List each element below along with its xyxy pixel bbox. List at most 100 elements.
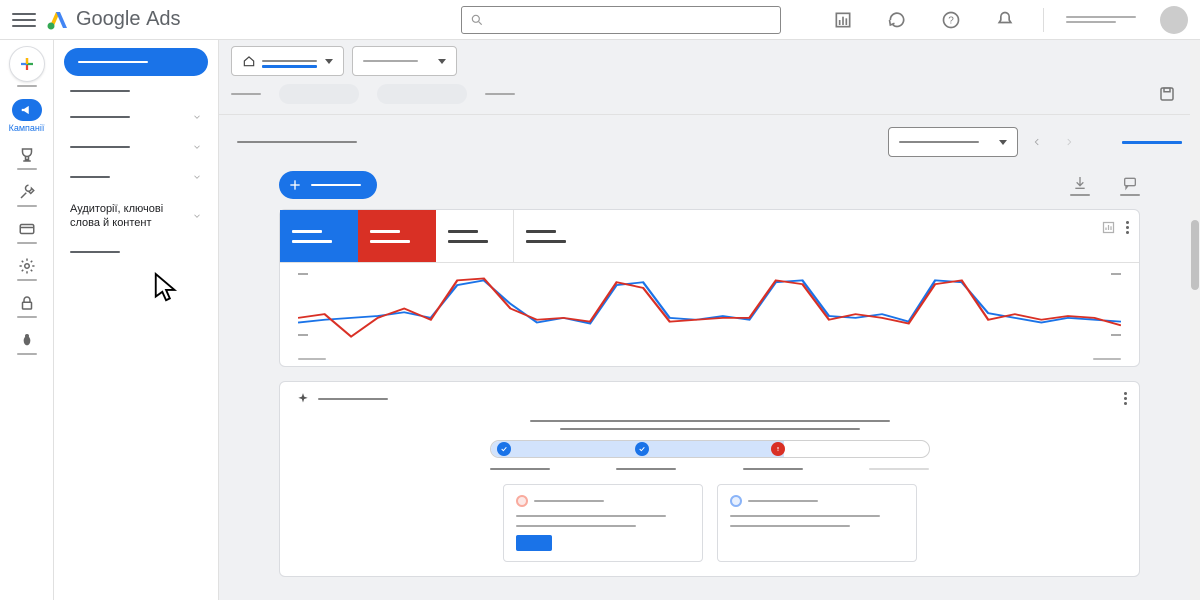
trophy-icon: [18, 146, 36, 164]
scrollbar-track[interactable]: [1190, 40, 1200, 600]
expand-chart-icon[interactable]: [1101, 220, 1116, 235]
metrics-chart-card: [279, 209, 1140, 367]
main-content: [219, 40, 1200, 600]
download-button[interactable]: [1070, 175, 1090, 196]
sidebar-item-1[interactable]: [54, 80, 218, 102]
account-dropdown[interactable]: [231, 46, 344, 76]
global-search-input[interactable]: [461, 6, 781, 34]
app-header: Google Ads ?: [0, 0, 1200, 40]
date-prev-button[interactable]: [1024, 129, 1050, 155]
chart-menu-button[interactable]: [1126, 221, 1129, 234]
progress-step-2[interactable]: [635, 442, 649, 456]
download-icon: [1072, 175, 1088, 191]
rail-debug[interactable]: [9, 330, 45, 355]
feedback-button[interactable]: [1120, 175, 1140, 196]
card-icon: [18, 220, 36, 238]
filter-tab[interactable]: [231, 93, 261, 95]
sidebar-item-4[interactable]: [54, 162, 218, 192]
tools-icon: [18, 183, 36, 201]
date-next-button[interactable]: [1056, 129, 1082, 155]
scrollbar-thumb[interactable]: [1191, 220, 1199, 290]
metric-tab-2[interactable]: [358, 210, 436, 262]
megaphone-icon: [20, 103, 34, 117]
rail-campaigns-label: Кампанії: [9, 123, 45, 133]
recommendation-action-button[interactable]: [516, 535, 552, 551]
sidebar-item-2[interactable]: [54, 102, 218, 132]
page-title: [237, 141, 357, 143]
refresh-icon[interactable]: [887, 10, 907, 30]
account-switcher[interactable]: [1060, 16, 1142, 23]
active-view-indicator: [1122, 141, 1182, 144]
product-logo[interactable]: Google Ads: [46, 8, 181, 32]
chevron-down-icon: [192, 112, 202, 122]
add-button[interactable]: [279, 171, 377, 199]
recommendation-cards: [296, 484, 1123, 562]
plus-icon: [18, 55, 36, 73]
help-icon[interactable]: ?: [941, 10, 961, 30]
check-icon: [500, 445, 508, 453]
sidebar-item-3[interactable]: [54, 132, 218, 162]
sidebar-audiences-label: Аудиторії, ключові слова й контент: [70, 202, 180, 231]
filter-chip[interactable]: [279, 84, 359, 104]
bug-icon: [19, 332, 35, 348]
lock-icon: [18, 294, 36, 312]
insights-card: [279, 381, 1140, 577]
toolbar-row: [219, 161, 1200, 209]
context-selector-row: [219, 40, 1200, 80]
save-view-icon[interactable]: [1158, 85, 1176, 103]
reports-icon[interactable]: [833, 10, 853, 30]
sidebar-item-audiences[interactable]: Аудиторії, ключові слова й контент: [54, 192, 218, 241]
info-dot-icon: [730, 495, 742, 507]
divider: [1043, 8, 1044, 32]
metric-tab-4[interactable]: [514, 210, 592, 262]
notifications-icon[interactable]: [995, 10, 1015, 30]
date-range-picker[interactable]: [888, 127, 1018, 157]
y-axis-tick: [298, 273, 308, 275]
filter-chip[interactable]: [377, 84, 467, 104]
line-chart: [298, 271, 1121, 346]
page-title-row: [219, 115, 1200, 161]
chevron-down-icon: [192, 211, 202, 221]
sidebar-item-active[interactable]: [64, 48, 208, 76]
rail-tools[interactable]: [9, 182, 45, 207]
metric-tabs: [280, 210, 1139, 263]
alert-icon: [774, 445, 782, 453]
plus-icon: [287, 177, 303, 193]
recommendation-card-1[interactable]: [503, 484, 703, 562]
ads-logo-icon: [46, 8, 70, 32]
rail-campaigns[interactable]: Кампанії: [9, 99, 45, 133]
recommendation-card-2[interactable]: [717, 484, 917, 562]
rail-security[interactable]: [9, 293, 45, 318]
insights-menu-button[interactable]: [1124, 392, 1127, 405]
x-axis-labels: [280, 358, 1139, 366]
campaign-dropdown[interactable]: [352, 46, 457, 76]
caret-down-icon: [438, 59, 446, 64]
chart-area: [280, 263, 1139, 358]
progress-step-3[interactable]: [771, 442, 785, 456]
caret-down-icon: [325, 59, 333, 64]
warning-dot-icon: [516, 495, 528, 507]
rail-admin[interactable]: [9, 256, 45, 281]
gear-icon: [18, 257, 36, 275]
chevron-down-icon: [192, 142, 202, 152]
metric-tab-1[interactable]: [280, 210, 358, 262]
sidebar-item-5[interactable]: [54, 241, 218, 263]
progress-step-labels: [490, 468, 930, 470]
insights-title: [318, 398, 388, 400]
create-button[interactable]: [9, 46, 45, 87]
user-avatar[interactable]: [1160, 6, 1188, 34]
metric-tab-3[interactable]: [436, 210, 514, 262]
y-axis-tick: [1111, 334, 1121, 336]
rail-goals[interactable]: [9, 145, 45, 170]
hamburger-menu-icon[interactable]: [12, 8, 36, 32]
y-axis-tick: [298, 334, 308, 336]
filter-tab[interactable]: [485, 93, 515, 95]
search-icon: [470, 13, 484, 27]
feedback-icon: [1122, 175, 1138, 191]
left-nav-rail: Кампанії: [0, 40, 54, 600]
section-sidebar: Аудиторії, ключові слова й контент: [54, 40, 219, 600]
rail-billing[interactable]: [9, 219, 45, 244]
progress-step-1[interactable]: [497, 442, 511, 456]
y-axis-tick: [1111, 273, 1121, 275]
setup-progress: [490, 440, 930, 458]
